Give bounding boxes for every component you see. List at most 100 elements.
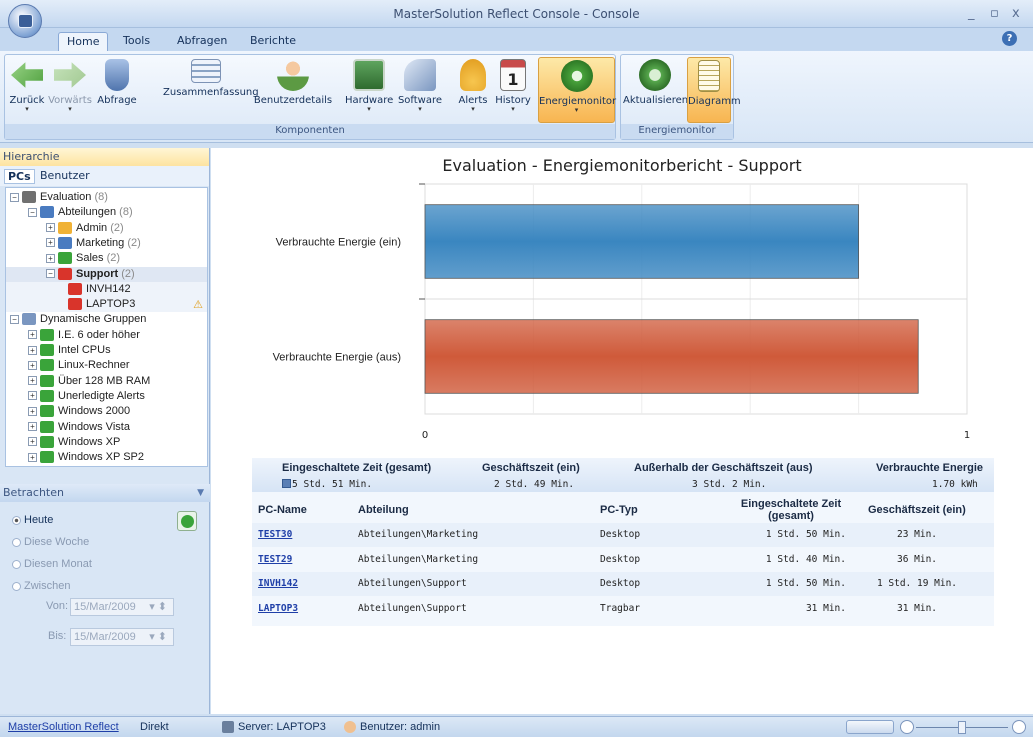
bis-date-picker[interactable]: 15/Mar/2009 ▾ ⬍: [70, 628, 174, 646]
expand-toggle-icon[interactable]: −: [46, 269, 55, 279]
application-menu-button[interactable]: [8, 4, 42, 38]
tree-item[interactable]: − Evaluation (8): [10, 190, 108, 205]
tree-item[interactable]: + Sales (2): [46, 251, 120, 266]
tree-item[interactable]: + Windows XP SP2: [28, 450, 144, 465]
expand-toggle-icon[interactable]: −: [28, 207, 37, 217]
folder-icon: [40, 206, 54, 219]
expand-toggle-icon[interactable]: +: [28, 330, 37, 340]
abfrage-button[interactable]: Abfrage: [97, 57, 137, 123]
expand-toggle-icon[interactable]: +: [28, 391, 37, 401]
tab-abfragen[interactable]: Abfragen: [169, 32, 235, 51]
tree-item[interactable]: + I.E. 6 oder höher: [28, 328, 140, 343]
energiemonitor-button[interactable]: Energiemonitor ▾: [538, 57, 616, 123]
expand-toggle-icon[interactable]: +: [28, 437, 37, 447]
tree-item[interactable]: + Unerledigte Alerts: [28, 389, 145, 404]
alerts-bell-icon: [460, 59, 486, 91]
column-header: Eingeschaltete Zeit (gesamt): [740, 498, 842, 522]
pc-name-link[interactable]: LAPTOP3: [258, 603, 298, 614]
back-button[interactable]: Zurück ▾: [7, 57, 47, 123]
expand-toggle-icon[interactable]: +: [28, 406, 37, 416]
tree-item[interactable]: + Intel CPUs: [28, 343, 111, 358]
expand-toggle-icon[interactable]: +: [46, 253, 55, 263]
tab-benutzer[interactable]: Benutzer: [40, 169, 90, 182]
tree-item-label: LAPTOP3: [86, 298, 136, 311]
betrachten-header[interactable]: Betrachten ▼: [0, 484, 210, 502]
tree-item[interactable]: + Windows XP: [28, 435, 120, 450]
date-dropdown-icon[interactable]: ▾ ⬍: [149, 629, 167, 645]
tab-berichte[interactable]: Berichte: [242, 32, 304, 51]
benutzerdetails-button[interactable]: Benutzerdetails: [251, 57, 335, 123]
summary-value: 3 Std. 2 Min.: [692, 479, 767, 490]
expand-toggle-icon[interactable]: −: [10, 314, 19, 324]
tree-item-label: Windows 2000: [58, 405, 131, 418]
forward-button[interactable]: Vorwärts ▾: [47, 57, 93, 123]
von-date-picker[interactable]: 15/Mar/2009 ▾ ⬍: [70, 598, 174, 616]
pc-name-link[interactable]: TEST29: [258, 554, 292, 565]
radio-heute[interactable]: Heute: [12, 514, 53, 526]
expand-toggle-icon[interactable]: +: [46, 223, 55, 233]
software-icon: [404, 59, 436, 91]
view-refresh-button[interactable]: [177, 511, 197, 531]
table-cell: 1 Std. 50 Min.: [765, 529, 846, 540]
tree-item[interactable]: + Linux-Rechner: [28, 358, 130, 373]
collapse-icon[interactable]: [282, 479, 291, 488]
pc-name-link[interactable]: INVH142: [258, 578, 298, 589]
expand-toggle-icon[interactable]: +: [28, 422, 37, 432]
minimize-button[interactable]: _: [968, 6, 975, 21]
tree-item[interactable]: + Windows Vista: [28, 420, 130, 435]
tab-home[interactable]: Home: [58, 32, 109, 51]
tree-item[interactable]: INVH142: [6, 281, 207, 297]
title-bar: MasterSolution Reflect Console - Console…: [0, 0, 1033, 28]
expand-toggle-icon[interactable]: +: [28, 376, 37, 386]
maximize-button[interactable]: ▫: [990, 6, 999, 21]
folder-icon: [40, 405, 54, 418]
expand-toggle-icon[interactable]: +: [28, 360, 37, 370]
tab-tools[interactable]: Tools: [115, 32, 158, 51]
aktualisieren-button[interactable]: Aktualisieren: [623, 57, 688, 123]
tree-item-count: (8): [119, 206, 133, 219]
date-dropdown-icon[interactable]: ▾ ⬍: [149, 599, 167, 615]
radio-zwischen[interactable]: Zwischen: [12, 580, 70, 592]
folder-icon: [40, 435, 54, 448]
refresh-icon: [181, 515, 194, 528]
tree-item[interactable]: − Dynamische Gruppen: [10, 312, 146, 327]
tab-pcs[interactable]: PCs: [4, 169, 35, 184]
view-mode-buttons[interactable]: [846, 720, 894, 734]
zusammenfassung-button[interactable]: Zusammenfassung: [163, 57, 259, 123]
bis-label: Bis:: [48, 630, 67, 642]
app-logo-icon: [18, 14, 33, 28]
tree-item[interactable]: + Marketing (2): [46, 236, 141, 251]
zoom-out-icon[interactable]: [900, 720, 914, 734]
tree-item[interactable]: − Abteilungen (8): [28, 205, 133, 220]
expand-toggle-icon[interactable]: +: [28, 345, 37, 355]
close-button[interactable]: x: [1012, 6, 1020, 21]
radio-diese-woche[interactable]: Diese Woche: [12, 536, 89, 548]
zoom-in-icon[interactable]: [1012, 720, 1026, 734]
collapse-chevron-icon[interactable]: ▼: [197, 484, 204, 502]
help-icon[interactable]: ?: [1002, 31, 1017, 46]
status-app-link[interactable]: MasterSolution Reflect: [8, 721, 119, 733]
software-button[interactable]: Software ▾: [397, 57, 443, 123]
zoom-slider-thumb[interactable]: [958, 721, 966, 734]
expand-toggle-icon[interactable]: −: [10, 192, 19, 202]
tree-item-label: Marketing: [76, 236, 125, 249]
tree-item-label: Über 128 MB RAM: [58, 374, 151, 387]
hardware-button[interactable]: Hardware ▾: [345, 57, 393, 123]
alerts-button[interactable]: Alerts ▾: [455, 57, 491, 123]
history-button[interactable]: 1 History ▾: [493, 57, 533, 123]
folder-icon: [58, 221, 72, 234]
pc-name-link[interactable]: TEST30: [258, 529, 292, 540]
tree-item[interactable]: + Admin (2): [46, 221, 124, 236]
tree-item-label: INVH142: [86, 282, 131, 295]
tree-item[interactable]: − Support (2): [6, 266, 207, 282]
expand-toggle-icon[interactable]: +: [46, 238, 55, 248]
report-title: Evaluation - Energiemonitorbericht - Sup…: [442, 156, 802, 175]
tree-item[interactable]: LAPTOP3 ⚠: [6, 297, 207, 313]
diagramm-button[interactable]: Diagramm: [687, 57, 741, 123]
server-icon: [222, 721, 234, 733]
tree-item[interactable]: + Windows 2000: [28, 404, 130, 419]
expand-toggle-icon[interactable]: +: [28, 452, 37, 462]
radio-diesen-monat[interactable]: Diesen Monat: [12, 558, 92, 570]
tree-item[interactable]: + Über 128 MB RAM: [28, 374, 150, 389]
tree-item-label: Linux-Rechner: [58, 359, 130, 372]
